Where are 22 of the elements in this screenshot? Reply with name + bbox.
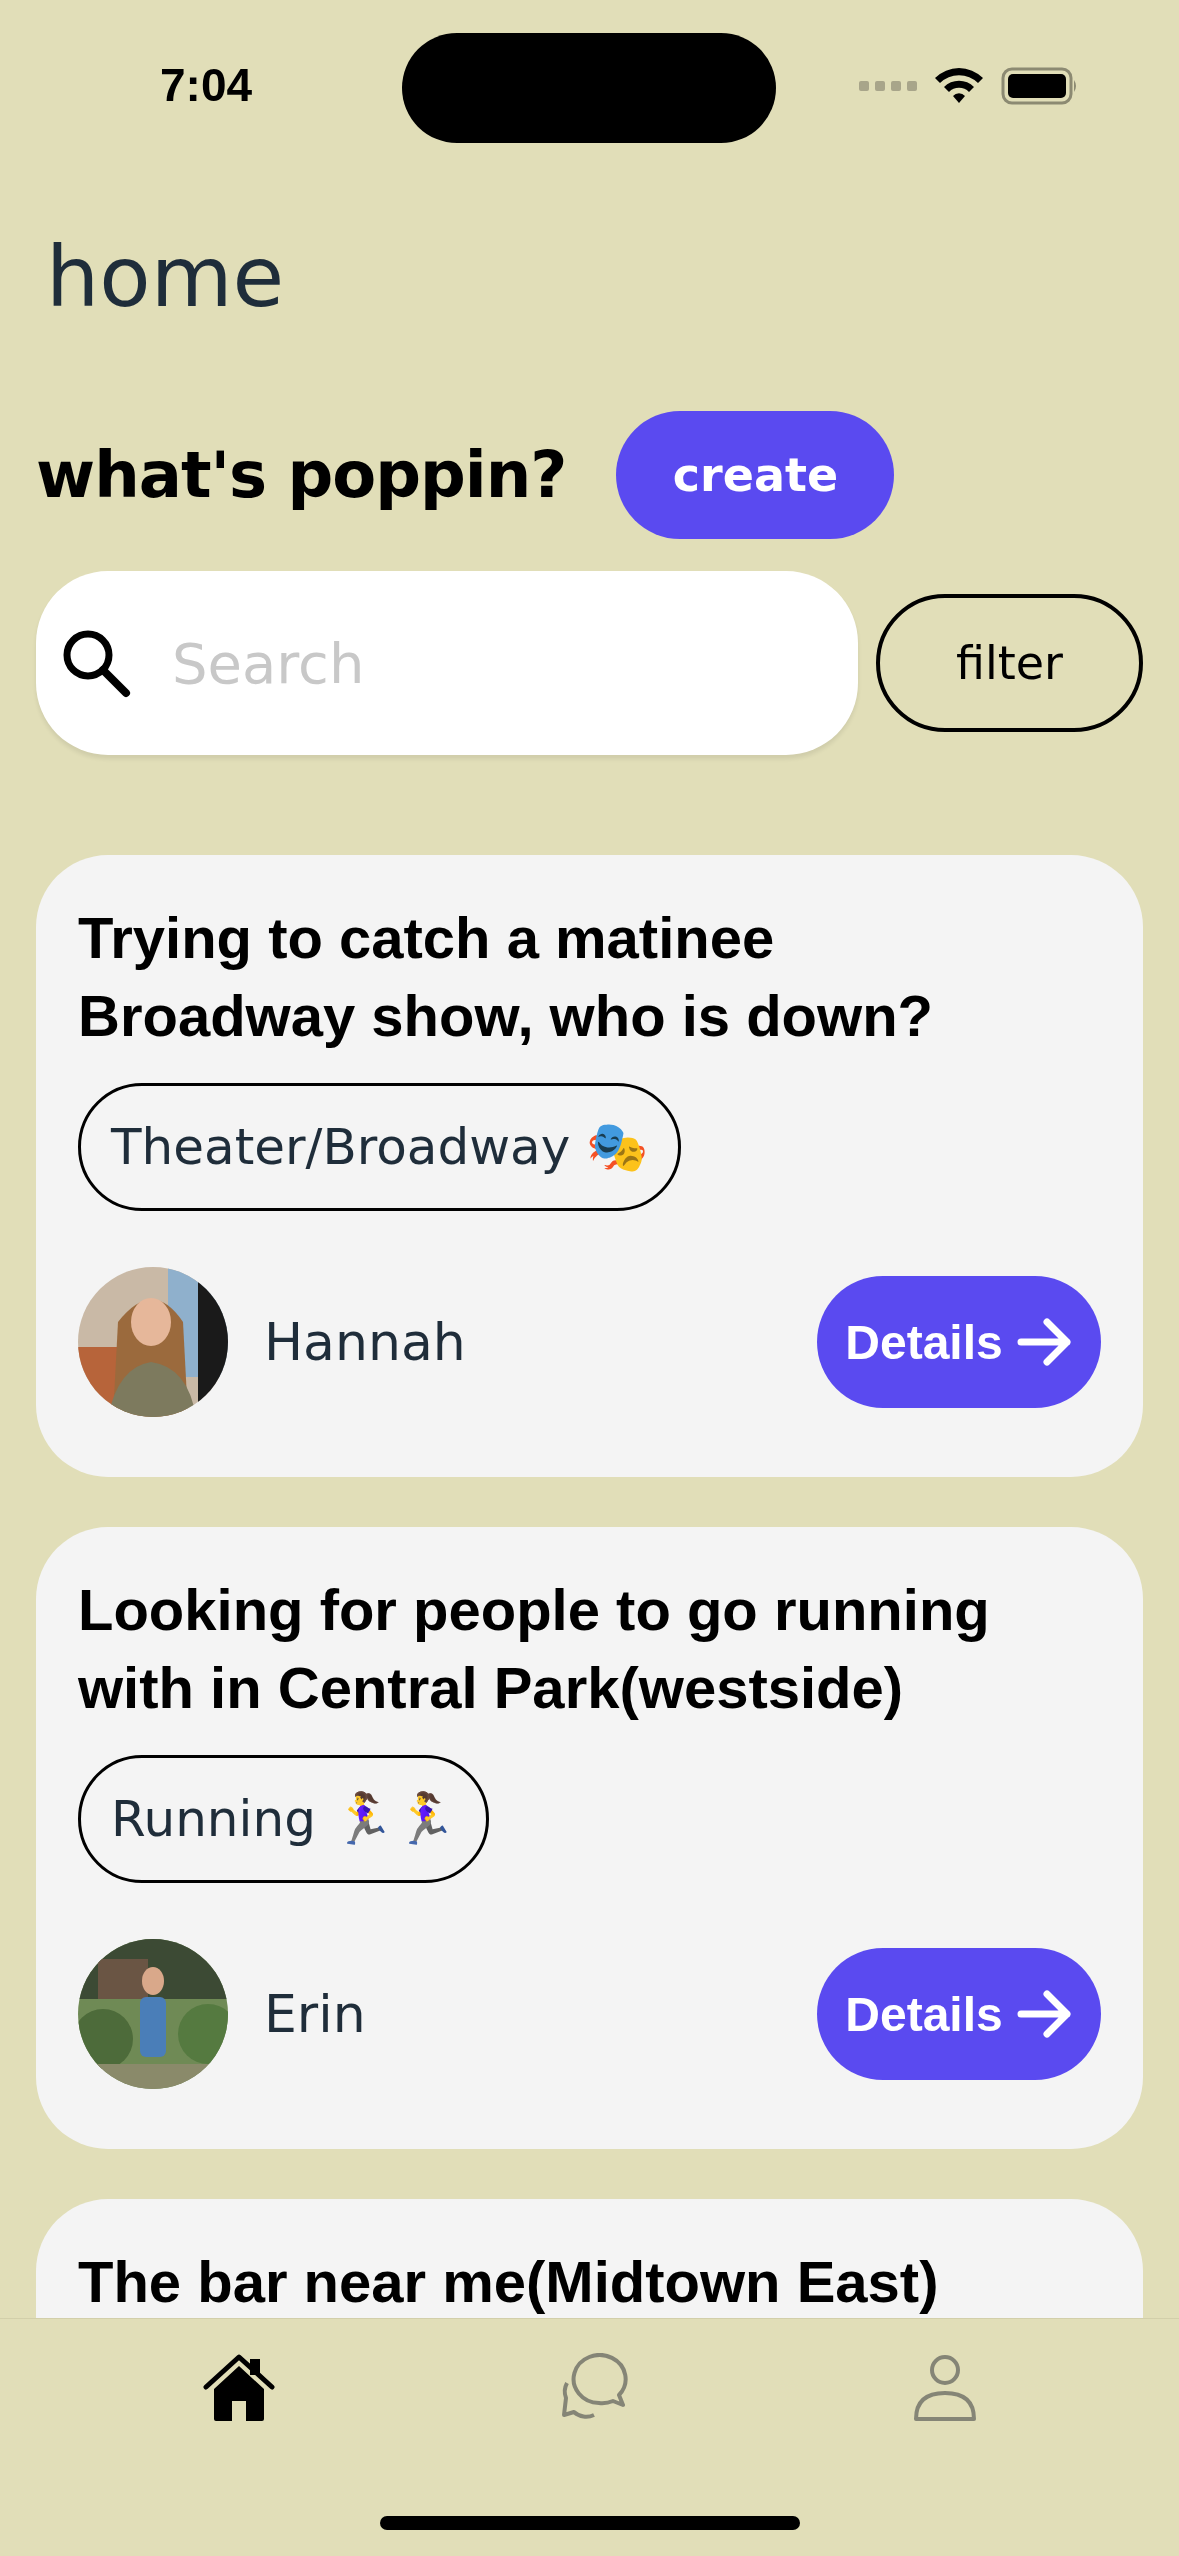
home-tab[interactable] — [201, 2353, 276, 2423]
filter-button[interactable]: filter — [876, 594, 1143, 732]
status-time: 7:04 — [160, 58, 253, 112]
author-name: Erin — [264, 1984, 367, 2044]
signal-icon — [859, 80, 917, 92]
battery-icon — [1001, 66, 1079, 106]
author-name: Hannah — [264, 1312, 467, 1372]
post-title: Looking for people to go running with in Central Park(westside) — [78, 1576, 991, 1722]
details-button[interactable]: Details — [817, 1948, 1101, 2080]
category-tag: Running 🏃‍♀🏃‍♀ — [78, 1755, 489, 1883]
post-title: Trying to catch a matinee Broadway show, who is down? — [78, 904, 935, 1050]
arrow-right-icon — [1016, 1318, 1073, 1366]
section-heading: what's poppin? — [36, 438, 567, 512]
create-button[interactable]: create — [616, 411, 895, 539]
profile-icon — [911, 2353, 978, 2423]
arrow-right-icon — [1016, 1990, 1073, 2038]
profile-tab[interactable] — [911, 2353, 978, 2423]
page-title: home — [46, 235, 286, 328]
category-tag: Theater/Broadway 🎭 — [78, 1083, 682, 1211]
post-title: The bar near me(Midtown East) — [78, 2248, 940, 2316]
details-button[interactable]: Details — [817, 1276, 1101, 1408]
home-icon — [201, 2353, 276, 2423]
